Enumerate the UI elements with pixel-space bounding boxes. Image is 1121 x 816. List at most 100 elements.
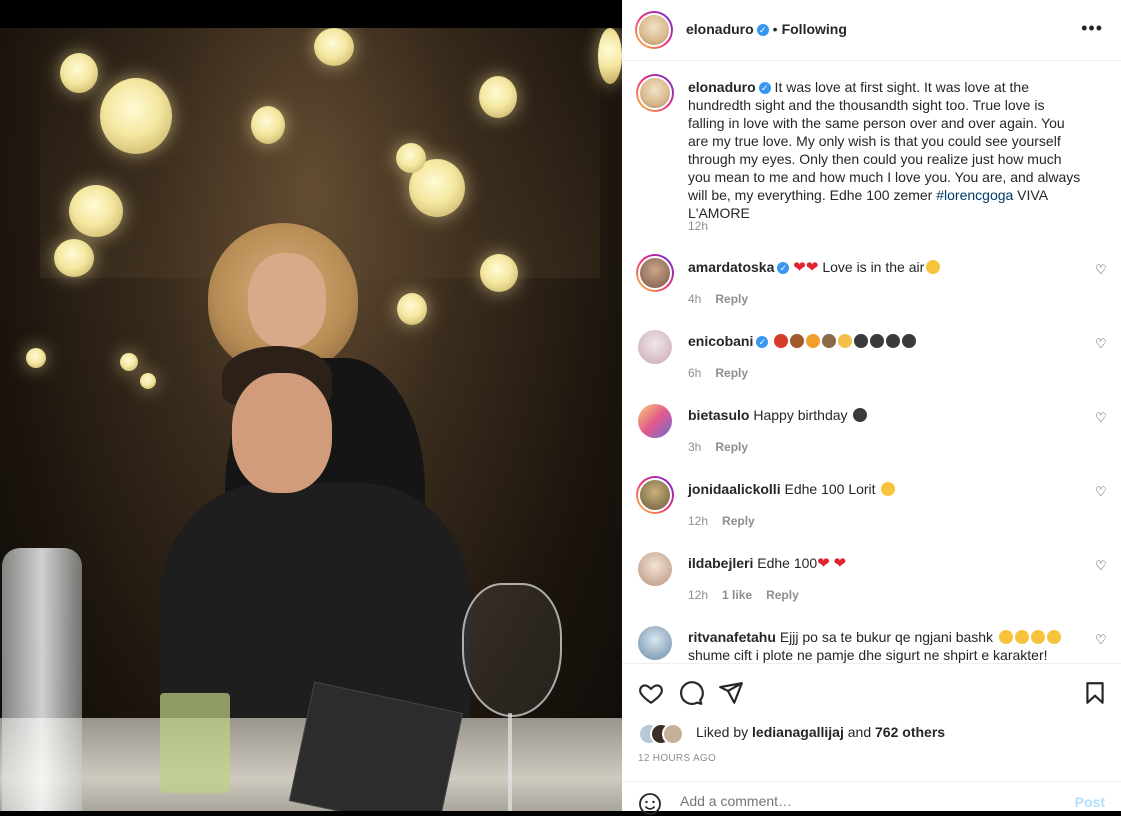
heart-eyes-emoji [926, 260, 941, 274]
photo-top-strip [0, 0, 622, 28]
liker-username[interactable]: ledianagallijaj [752, 724, 844, 740]
like-comment-icon[interactable]: ♡ [1095, 633, 1107, 646]
emoji [774, 334, 789, 348]
save-icon[interactable] [1082, 680, 1108, 706]
lamp [54, 239, 94, 277]
verified-icon: ✓ [756, 336, 769, 349]
emoji [854, 334, 869, 348]
author-username[interactable]: elonaduro [686, 21, 754, 37]
like-comment-icon[interactable]: ♡ [1095, 263, 1107, 276]
commenter-username[interactable]: jonidaalickolli [688, 481, 781, 497]
author-avatar[interactable] [635, 11, 673, 49]
post-side-panel: elonaduro ✓ • Following ••• elonaduro ✓ It w… [622, 0, 1121, 815]
caption-username[interactable]: elonaduro [688, 79, 756, 95]
comment-row: amardatoska ✓ ❤❤ Love is in the air 4h Rep… [636, 254, 1107, 306]
emoji-picker-icon[interactable] [638, 792, 662, 816]
separator-dot: • [772, 21, 778, 37]
lamp [60, 53, 98, 93]
likes-count[interactable]: 1 like [722, 588, 752, 602]
commenter-username[interactable]: ildabejleri [688, 555, 753, 571]
comment-time: 12h [688, 514, 709, 528]
cocktail-glass [160, 693, 230, 793]
comment-body: Happy birthday [753, 407, 848, 423]
lamp [396, 143, 426, 173]
comment-time: 6h [688, 366, 702, 380]
man-face [232, 373, 332, 493]
lamp [397, 293, 427, 325]
heart-eyes-emoji [881, 482, 896, 496]
reply-button[interactable]: Reply [722, 514, 755, 528]
likes-count-link[interactable]: 762 others [875, 724, 945, 740]
comment-row: jonidaalickolli Edhe 100 Lorit 12h Reply … [636, 476, 1107, 528]
post-time-ago[interactable]: 12 HOURS AGO [638, 753, 716, 764]
lamp [598, 28, 622, 84]
comment-meta: 4h Reply [688, 292, 748, 306]
red-heart-emoji: ❤ [817, 555, 830, 572]
commenter-username[interactable]: bietasulo [688, 407, 749, 423]
comment-text: amardatoska ✓ ❤❤ Love is in the air [688, 258, 1084, 277]
wine-glass-stem [508, 713, 512, 811]
comment-text: bietasulo Happy birthday [688, 406, 1084, 424]
like-comment-icon[interactable]: ♡ [1095, 485, 1107, 498]
verified-icon: ✓ [756, 24, 769, 37]
commenter-avatar[interactable] [638, 404, 672, 438]
commenter-username[interactable]: enicobani [688, 333, 753, 349]
comment-text: ildabejleri Edhe 100❤ ❤ [688, 554, 1084, 573]
like-comment-icon[interactable]: ♡ [1095, 559, 1107, 572]
lamp [251, 106, 285, 144]
water-bottle [2, 548, 82, 811]
header-meta: elonaduro ✓ • Following [686, 21, 847, 37]
commenter-avatar[interactable] [636, 254, 674, 292]
like-comment-icon[interactable]: ♡ [1095, 411, 1107, 424]
comment-time: 4h [688, 292, 702, 306]
commenter-avatar[interactable] [636, 476, 674, 514]
emoji [853, 408, 868, 422]
reply-button[interactable]: Reply [715, 440, 748, 454]
comment-input[interactable] [678, 792, 1042, 810]
reply-button[interactable]: Reply [715, 366, 748, 380]
comment-text: jonidaalickolli Edhe 100 Lorit [688, 480, 1084, 498]
comment-text: ritvanafetahu Ejjj po sa te bukur qe ngj… [688, 628, 1084, 663]
emoji [886, 334, 901, 348]
red-heart-emoji: ❤ [833, 555, 847, 572]
verified-icon: ✓ [777, 262, 790, 275]
red-heart-emoji: ❤ [793, 259, 806, 276]
commenter-username[interactable]: ritvanafetahu [688, 629, 776, 645]
commenter-avatar[interactable] [638, 552, 672, 586]
emoji [790, 334, 805, 348]
share-icon[interactable] [718, 680, 744, 706]
commenter-avatar[interactable] [638, 330, 672, 364]
following-button[interactable]: Following [782, 21, 847, 37]
comment-icon[interactable] [678, 680, 704, 706]
more-options-icon[interactable]: ••• [1081, 18, 1103, 39]
heart-eyes-emoji [1030, 630, 1045, 644]
liker-avatar[interactable] [662, 723, 684, 745]
post-actions: Liked by ledianagallijaj and 762 others … [622, 663, 1121, 782]
emoji [806, 334, 821, 348]
lamp [480, 254, 518, 292]
reply-button[interactable]: Reply [766, 588, 799, 602]
author-avatar-small[interactable] [636, 74, 674, 112]
commenter-username[interactable]: amardatoska [688, 259, 774, 275]
comment-meta: 3h Reply [688, 440, 748, 454]
post-photo[interactable] [0, 28, 622, 811]
reply-button[interactable]: Reply [715, 292, 748, 306]
commenter-avatar[interactable] [638, 626, 672, 660]
add-comment-bar: Post [622, 781, 1121, 815]
comment-meta: 6h Reply [688, 366, 748, 380]
hashtag-link[interactable]: #lorencgoga [936, 187, 1013, 203]
lamp [120, 353, 138, 371]
verified-icon: ✓ [758, 82, 771, 95]
lamp [26, 348, 46, 368]
like-comment-icon[interactable]: ♡ [1095, 337, 1107, 350]
caption-text: elonaduro ✓ It was love at first sight. I… [688, 78, 1084, 222]
comment-row: ritvanafetahu Ejjj po sa te bukur qe ngj… [636, 624, 1107, 663]
lamp [100, 78, 172, 154]
comments-list[interactable]: elonaduro ✓ It was love at first sight. I… [622, 61, 1121, 663]
comment-body: Ejjj po sa te bukur qe ngjani bashk [779, 629, 994, 645]
likes-text: Liked by ledianagallijaj and 762 others [696, 724, 945, 740]
heart-icon[interactable] [638, 680, 664, 706]
comment-meta: 12h 1 like Reply [688, 588, 799, 602]
comment-meta: 12h Reply [688, 514, 755, 528]
post-comment-button[interactable]: Post [1075, 794, 1105, 810]
